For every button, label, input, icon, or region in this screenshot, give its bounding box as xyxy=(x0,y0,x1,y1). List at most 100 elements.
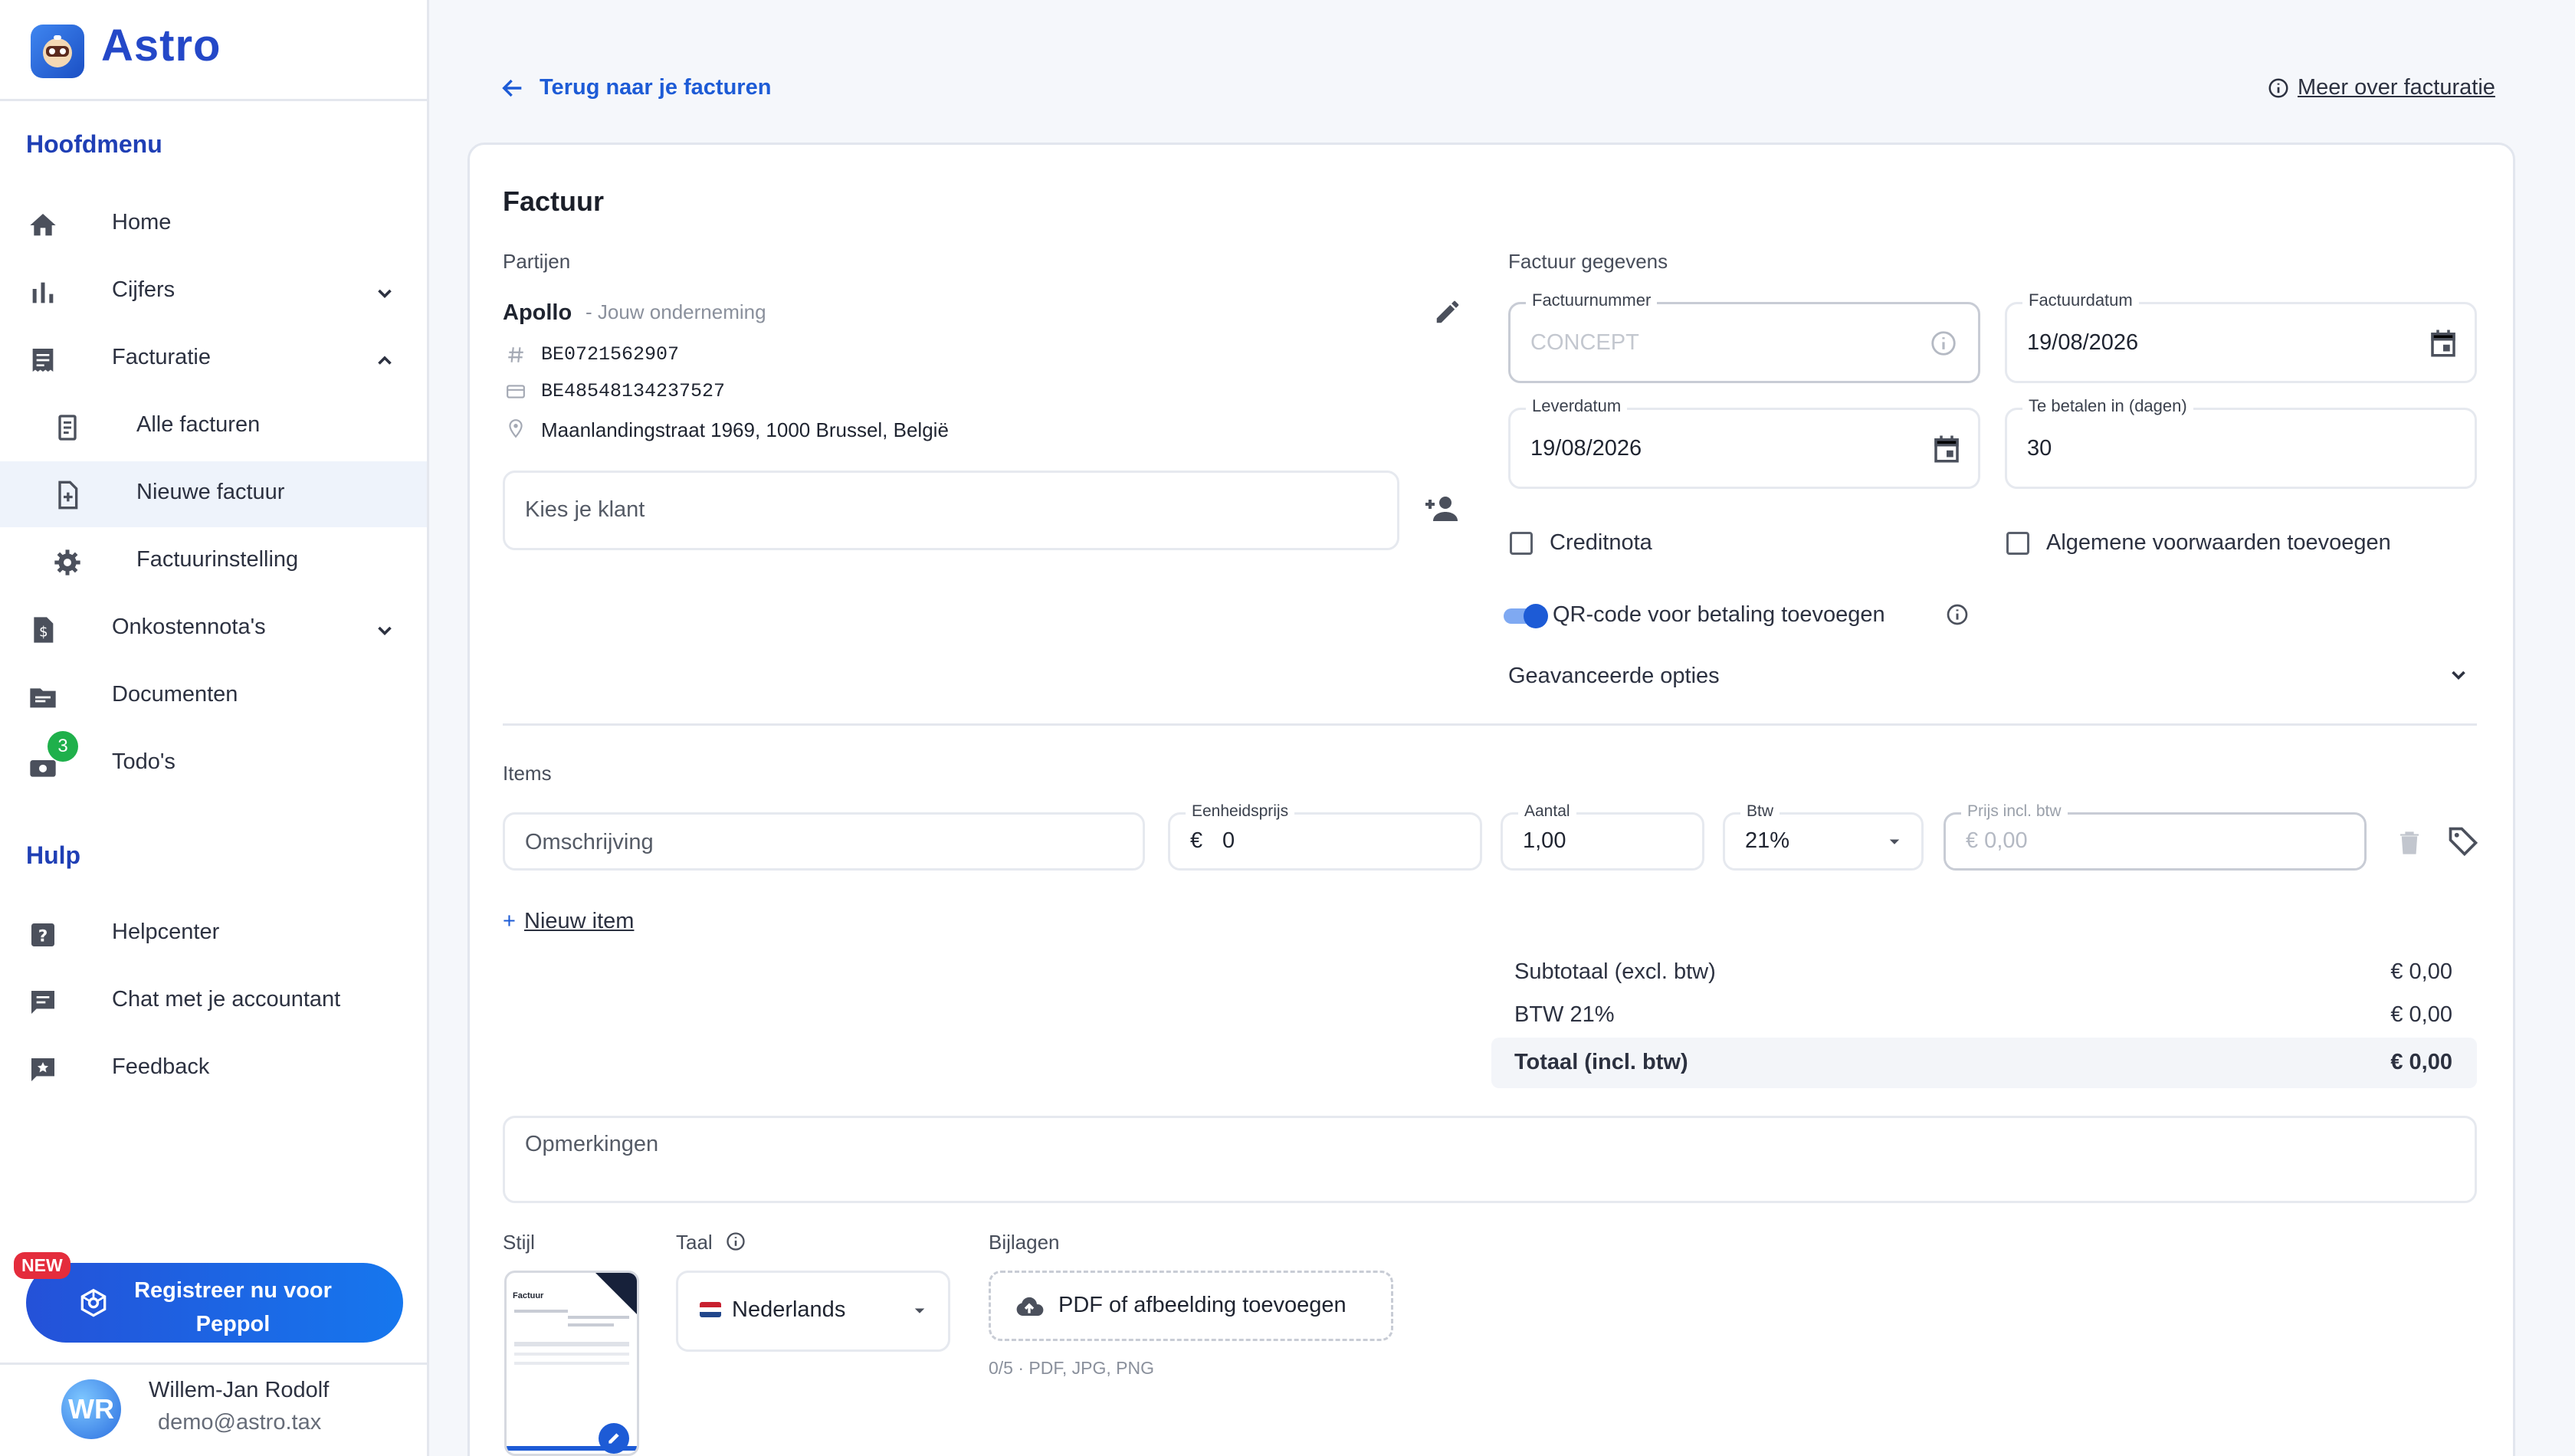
unit-price-label: Eenheidsprijs xyxy=(1186,802,1295,821)
invoice-date-field[interactable]: Factuurdatum 19/08/2026 xyxy=(2005,290,2477,383)
sidebar-item-label: Helpcenter xyxy=(112,920,220,944)
info-icon xyxy=(2267,77,2290,100)
file-plus-icon xyxy=(52,480,83,510)
new-item-link[interactable]: Nieuw item xyxy=(524,909,634,934)
sidebar-item-chat[interactable]: Chat met je accountant xyxy=(0,969,427,1035)
language-select[interactable]: Nederlands xyxy=(676,1271,950,1352)
dropdown-arrow-icon xyxy=(1883,830,1906,853)
svg-text:$: $ xyxy=(39,624,48,640)
price-incl-vat-input[interactable]: Prijs incl. btw € 0,00 xyxy=(1944,802,2367,871)
sidebar-item-label: Factuurinstelling xyxy=(136,547,299,572)
invoice-number-label: Factuurnummer xyxy=(1526,290,1658,310)
sidebar-item-label: Todo's xyxy=(112,749,175,774)
invoice-icon xyxy=(28,345,58,375)
sidebar-item-helpcenter[interactable]: ? Helpcenter xyxy=(0,901,427,967)
qr-label: QR-code voor betaling toevoegen xyxy=(1553,602,1885,627)
calendar-icon[interactable] xyxy=(2427,327,2459,359)
sidebar-item-onkostennotas[interactable]: $ Onkostennota's xyxy=(0,596,427,662)
sidebar-item-label: Chat met je accountant xyxy=(112,987,341,1012)
remarks-textarea[interactable]: Opmerkingen xyxy=(503,1116,2477,1203)
back-to-invoices-link[interactable]: Terug naar je facturen xyxy=(540,75,771,100)
new-item-plus[interactable]: + xyxy=(503,909,516,934)
chat-icon xyxy=(28,987,58,1018)
edit-style-button[interactable] xyxy=(599,1423,629,1454)
qr-toggle[interactable] xyxy=(1504,604,1550,628)
home-icon xyxy=(28,210,58,241)
hash-icon xyxy=(506,345,526,365)
trash-icon[interactable] xyxy=(2396,828,2423,858)
edit-pencil-icon[interactable] xyxy=(1433,297,1462,326)
vat-select[interactable]: Btw 21% xyxy=(1723,802,1924,871)
sidebar-item-home[interactable]: Home xyxy=(0,192,427,257)
dropdown-arrow-icon xyxy=(908,1299,931,1322)
invoice-date-label: Factuurdatum xyxy=(2022,290,2139,310)
creditnota-label: Creditnota xyxy=(1550,530,1652,555)
expense-icon: $ xyxy=(28,615,58,645)
sidebar-item-feedback[interactable]: Feedback xyxy=(0,1036,427,1102)
client-placeholder: Kies je klant xyxy=(525,497,645,522)
chevron-down-icon[interactable] xyxy=(2445,661,2472,688)
due-days-value: 30 xyxy=(2027,436,2052,461)
style-label: Stijl xyxy=(503,1231,535,1254)
chevron-down-icon[interactable] xyxy=(371,279,399,307)
dutch-flag-icon xyxy=(700,1302,721,1317)
tag-icon[interactable] xyxy=(2446,825,2480,858)
invoice-number-field[interactable]: Factuurnummer CONCEPT xyxy=(1508,290,1980,383)
company-name: Apollo xyxy=(503,300,572,325)
price-incl-vat-label: Prijs incl. btw xyxy=(1961,802,2068,821)
sidebar-item-factuurinstelling[interactable]: Factuurinstelling xyxy=(0,529,427,595)
remarks-placeholder: Opmerkingen xyxy=(525,1132,659,1156)
sidebar-item-label: Feedback xyxy=(112,1054,210,1079)
due-days-field[interactable]: Te betalen in (dagen) 30 xyxy=(2005,396,2477,489)
add-person-icon[interactable] xyxy=(1424,490,1461,527)
chevron-up-icon[interactable] xyxy=(371,346,399,374)
sidebar-item-label: Facturatie xyxy=(112,345,211,369)
quantity-input[interactable]: Aantal 1,00 xyxy=(1501,802,1704,871)
sidebar-item-facturatie[interactable]: Facturatie xyxy=(0,326,427,392)
thumbnail-title: Factuur xyxy=(513,1291,544,1300)
subtotal-label: Subtotaal (excl. btw) xyxy=(1514,959,1716,984)
peppol-register-button[interactable]: Registreer nu voor Peppol xyxy=(26,1263,403,1343)
delivery-date-value: 19/08/2026 xyxy=(1530,436,1642,461)
sidebar-item-documenten[interactable]: Documenten xyxy=(0,664,427,730)
language-label: Taal xyxy=(676,1231,713,1254)
creditnota-checkbox[interactable] xyxy=(1510,532,1533,555)
calendar-icon[interactable] xyxy=(1930,433,1963,465)
price-incl-vat-placeholder: € 0,00 xyxy=(1966,828,2028,853)
terms-checkbox[interactable] xyxy=(2006,532,2029,555)
sidebar-item-label: Home xyxy=(112,210,172,234)
add-attachment-label: PDF of afbeelding toevoegen xyxy=(1058,1293,1347,1317)
astro-logo-icon[interactable] xyxy=(31,25,84,78)
avatar[interactable]: WR xyxy=(61,1379,121,1439)
unit-price-input[interactable]: Eenheidsprijs € 0 xyxy=(1168,802,1482,871)
total-label: Totaal (incl. btw) xyxy=(1514,1050,1688,1074)
cloud-upload-icon xyxy=(1014,1293,1045,1323)
item-description-input[interactable]: Omschrijving xyxy=(503,812,1145,871)
brand-name: Astro xyxy=(101,21,221,71)
back-arrow-icon[interactable] xyxy=(500,75,526,101)
sidebar-item-label: Documenten xyxy=(112,682,238,707)
client-select[interactable]: Kies je klant xyxy=(503,471,1399,550)
invoice-date-value: 19/08/2026 xyxy=(2027,330,2139,355)
sidebar-item-cijfers[interactable]: Cijfers xyxy=(0,259,427,325)
new-badge: NEW xyxy=(14,1252,71,1279)
svg-text:?: ? xyxy=(38,926,48,946)
chevron-down-icon[interactable] xyxy=(371,616,399,644)
quantity-label: Aantal xyxy=(1518,802,1576,821)
sidebar-item-label: Alle facturen xyxy=(136,412,261,437)
sidebar-item-alle-facturen[interactable]: Alle facturen xyxy=(0,394,427,460)
advanced-options-toggle[interactable]: Geavanceerde opties xyxy=(1508,664,1720,689)
info-icon xyxy=(725,1231,746,1252)
items-label: Items xyxy=(503,762,552,785)
more-about-invoicing-link[interactable]: Meer over facturatie xyxy=(2298,75,2495,100)
sidebar-item-label: Nieuwe factuur xyxy=(136,480,285,504)
delivery-date-field[interactable]: Leverdatum 19/08/2026 xyxy=(1508,396,1980,489)
terms-label: Algemene voorwaarden toevoegen xyxy=(2046,530,2391,555)
sidebar-item-nieuwe-factuur[interactable]: Nieuwe factuur xyxy=(0,461,427,527)
style-thumbnail[interactable]: Factuur xyxy=(504,1271,639,1456)
add-attachment-button[interactable]: PDF of afbeelding toevoegen xyxy=(989,1271,1393,1341)
sidebar-item-label: Cijfers xyxy=(112,277,175,302)
currency-symbol: € xyxy=(1190,828,1203,853)
thumbnail-line xyxy=(514,1342,629,1346)
todo-count-badge: 3 xyxy=(48,731,78,762)
